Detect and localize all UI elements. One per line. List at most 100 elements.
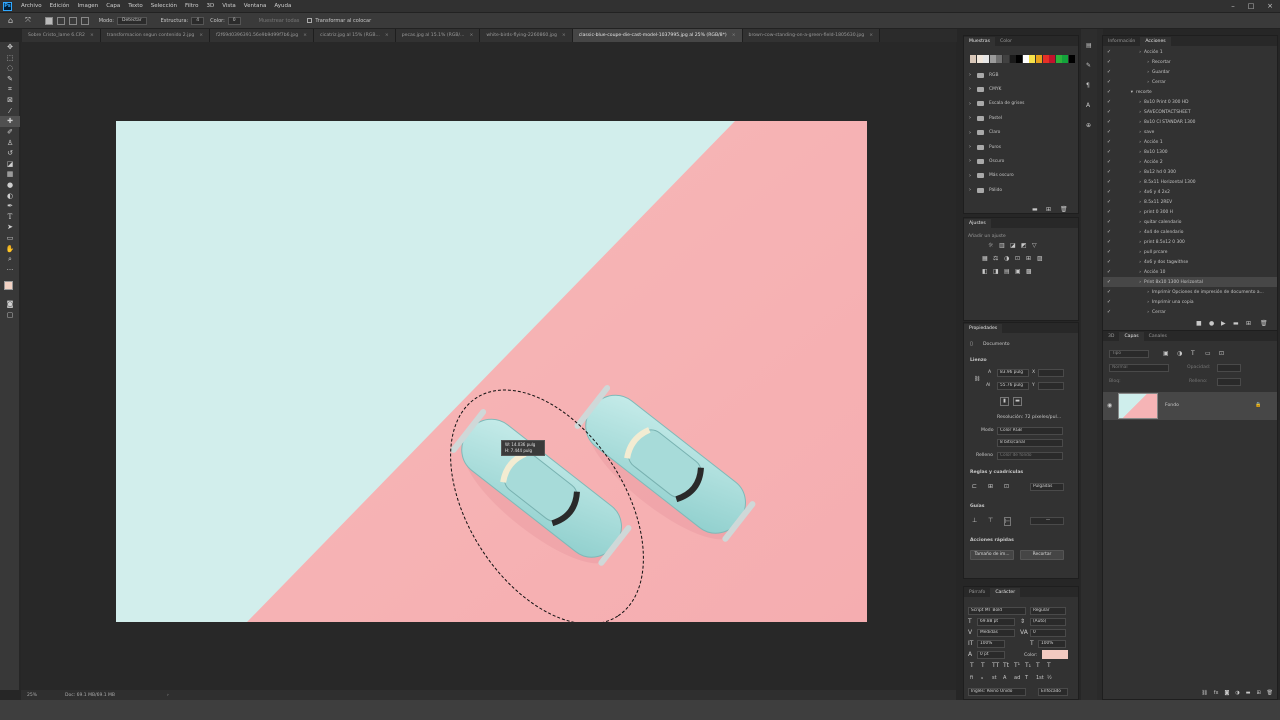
fill-select[interactable]: Color de fondo xyxy=(997,452,1063,460)
dodge-tool-icon[interactable]: ◐ xyxy=(0,190,20,201)
color-lookup-icon[interactable]: ▨ xyxy=(1037,255,1043,262)
check-icon[interactable]: ✓ xyxy=(1106,49,1112,55)
sample-all-checkbox[interactable]: Muestrear todas xyxy=(259,18,300,24)
tab-3d[interactable]: 3D xyxy=(1103,332,1119,341)
action-row[interactable]: ✓ › Imprimir Opciones de impresión de docu… xyxy=(1103,287,1277,297)
filter-adjust-icon[interactable]: ◑ xyxy=(1177,350,1182,357)
close-icon[interactable]: × xyxy=(1262,0,1278,13)
check-icon[interactable]: ✓ xyxy=(1106,189,1112,195)
expand-chevron-icon[interactable]: › xyxy=(1120,80,1152,85)
layer-row-background[interactable]: ◉ Fondo 🔒 xyxy=(1103,392,1277,420)
expand-chevron-icon[interactable]: › xyxy=(967,173,973,179)
tab-color[interactable]: Color xyxy=(995,37,1017,46)
lock-icon[interactable]: 🔒 xyxy=(1255,402,1261,409)
action-row[interactable]: ✓ › save xyxy=(1103,127,1277,137)
selective-color-icon[interactable]: ▩ xyxy=(1026,268,1032,275)
trash-icon[interactable]: 🗑 xyxy=(1060,206,1068,213)
leading-field[interactable]: (Auto) xyxy=(1030,618,1066,626)
filter-shape-icon[interactable]: ▭ xyxy=(1205,350,1211,357)
text-color-swatch[interactable] xyxy=(1042,650,1068,659)
type-style-icon[interactable]: T₁ xyxy=(1025,662,1031,669)
layer-thumbnail[interactable] xyxy=(1118,393,1158,419)
type-style-icon[interactable]: Tt xyxy=(1003,662,1009,669)
action-row[interactable]: ✓ › 8x10 Print 0 300 HD xyxy=(1103,97,1277,107)
color-swatch[interactable] xyxy=(1036,55,1042,63)
guide-style-select[interactable]: — xyxy=(1030,517,1064,525)
blur-tool-icon[interactable]: ● xyxy=(0,180,20,191)
document-tab[interactable]: brown-cow-standing-on-a-green-field-1805… xyxy=(742,29,881,42)
check-icon[interactable]: ✓ xyxy=(1106,249,1112,255)
action-row[interactable]: ✓ › quitar calendario xyxy=(1103,217,1277,227)
new-layer-icon[interactable]: ⊞ xyxy=(1256,690,1260,696)
mask-icon[interactable]: ◙ xyxy=(1224,690,1229,696)
document-tab[interactable]: white-birds-flying-2260860.jpg × xyxy=(480,29,573,42)
tab-channels[interactable]: Canales xyxy=(1144,332,1172,341)
height-field[interactable]: 55.76 pulg xyxy=(997,382,1029,390)
swatch-group-row[interactable]: › Escala de grises xyxy=(964,99,1078,109)
threshold-icon[interactable]: ▤ xyxy=(1004,268,1010,275)
color-swatch[interactable] xyxy=(970,55,976,63)
color-swatch[interactable] xyxy=(1022,55,1029,63)
more-tools-icon[interactable]: ··· xyxy=(0,264,20,275)
check-icon[interactable]: ✓ xyxy=(1106,119,1112,125)
guides-section[interactable]: Guías xyxy=(970,504,984,509)
color-swatch[interactable] xyxy=(1042,55,1049,63)
color-swatch[interactable] xyxy=(1029,55,1036,63)
guide-color-icon[interactable]: ⊤ xyxy=(988,517,993,524)
close-tab-icon[interactable]: × xyxy=(90,29,94,42)
opentype-feature-icon[interactable]: ad xyxy=(1014,675,1020,682)
quick-actions-section[interactable]: Acciones rápidas xyxy=(970,538,1014,543)
levels-icon[interactable]: ▥ xyxy=(999,242,1005,249)
expand-chevron-icon[interactable]: › xyxy=(1120,170,1144,175)
type-style-icon[interactable]: T xyxy=(1036,662,1040,669)
filter-smart-icon[interactable]: ⊡ xyxy=(1219,350,1224,357)
portrait-orientation-icon[interactable]: ▮ xyxy=(1000,397,1009,406)
action-row[interactable]: ✓ › 8x12 hd 0 300 xyxy=(1103,167,1277,177)
check-icon[interactable]: ✓ xyxy=(1106,159,1112,165)
close-tab-icon[interactable]: × xyxy=(562,29,566,42)
expand-chevron-icon[interactable]: › xyxy=(967,115,973,121)
color-swatch[interactable] xyxy=(1062,55,1069,63)
color-swatch[interactable] xyxy=(1003,55,1009,63)
type-tool-icon[interactable]: T xyxy=(0,212,20,223)
path-select-tool-icon[interactable]: ➤ xyxy=(0,222,20,233)
tracking-field[interactable]: 0 xyxy=(1030,629,1066,637)
expand-chevron-icon[interactable]: › xyxy=(1120,120,1144,125)
new-action-icon[interactable]: ⊞ xyxy=(1246,320,1251,327)
horizontal-scale-field[interactable]: 100% xyxy=(1038,640,1066,648)
rulers-section[interactable]: Reglas y cuadrículas xyxy=(970,470,1023,475)
swatch-group-row[interactable]: › Claro xyxy=(964,128,1078,138)
check-icon[interactable]: ✓ xyxy=(1106,59,1112,65)
layer-name[interactable]: Fondo xyxy=(1165,403,1179,408)
check-icon[interactable]: ✓ xyxy=(1106,139,1112,145)
lasso-tool-icon[interactable]: ◌ xyxy=(0,63,20,74)
add-selection-icon[interactable] xyxy=(56,16,65,25)
menu-item-0[interactable]: Archivo xyxy=(17,0,46,13)
action-row[interactable]: ✓ › Acción 2 xyxy=(1103,157,1277,167)
expand-chevron-icon[interactable]: › xyxy=(967,72,973,78)
history-icon[interactable]: ▤ xyxy=(1086,42,1092,49)
check-icon[interactable]: ✓ xyxy=(1106,129,1112,135)
expand-chevron-icon[interactable]: › xyxy=(967,130,973,136)
menu-item-8[interactable]: Vista xyxy=(218,0,240,13)
eraser-tool-icon[interactable]: ◪ xyxy=(0,159,20,170)
canvas-area[interactable]: W: 14.036 pulg H: 7.444 pulg xyxy=(21,42,956,690)
color-chips[interactable] xyxy=(0,275,19,299)
expand-chevron-icon[interactable]: › xyxy=(1120,110,1144,115)
action-row[interactable]: ✓ › Cerrar xyxy=(1103,307,1277,317)
close-tab-icon[interactable]: × xyxy=(385,29,389,42)
font-family-select[interactable]: Script MT Bold xyxy=(968,607,1026,615)
opentype-feature-icon[interactable]: ℴ xyxy=(981,675,983,682)
action-row[interactable]: ✓ › 8x10 CI STANDAR 1300 xyxy=(1103,117,1277,127)
check-icon[interactable]: ✓ xyxy=(1106,99,1112,105)
glyph-icon[interactable]: A xyxy=(1086,102,1090,109)
action-row[interactable]: ✓ › Acción 10 xyxy=(1103,267,1277,277)
mode-select[interactable]: Detectar xyxy=(116,16,147,25)
action-row[interactable]: ✓ › print 8.5x12 0 300 xyxy=(1103,237,1277,247)
expand-chevron-icon[interactable]: › xyxy=(1120,130,1144,135)
expand-chevron-icon[interactable]: › xyxy=(1120,280,1144,285)
font-style-select[interactable]: Regular xyxy=(1030,607,1066,615)
new-selection-icon[interactable] xyxy=(44,16,53,25)
blend-mode-select[interactable]: Normal xyxy=(1109,364,1169,372)
units-select[interactable]: Pulgadas xyxy=(1030,483,1064,491)
